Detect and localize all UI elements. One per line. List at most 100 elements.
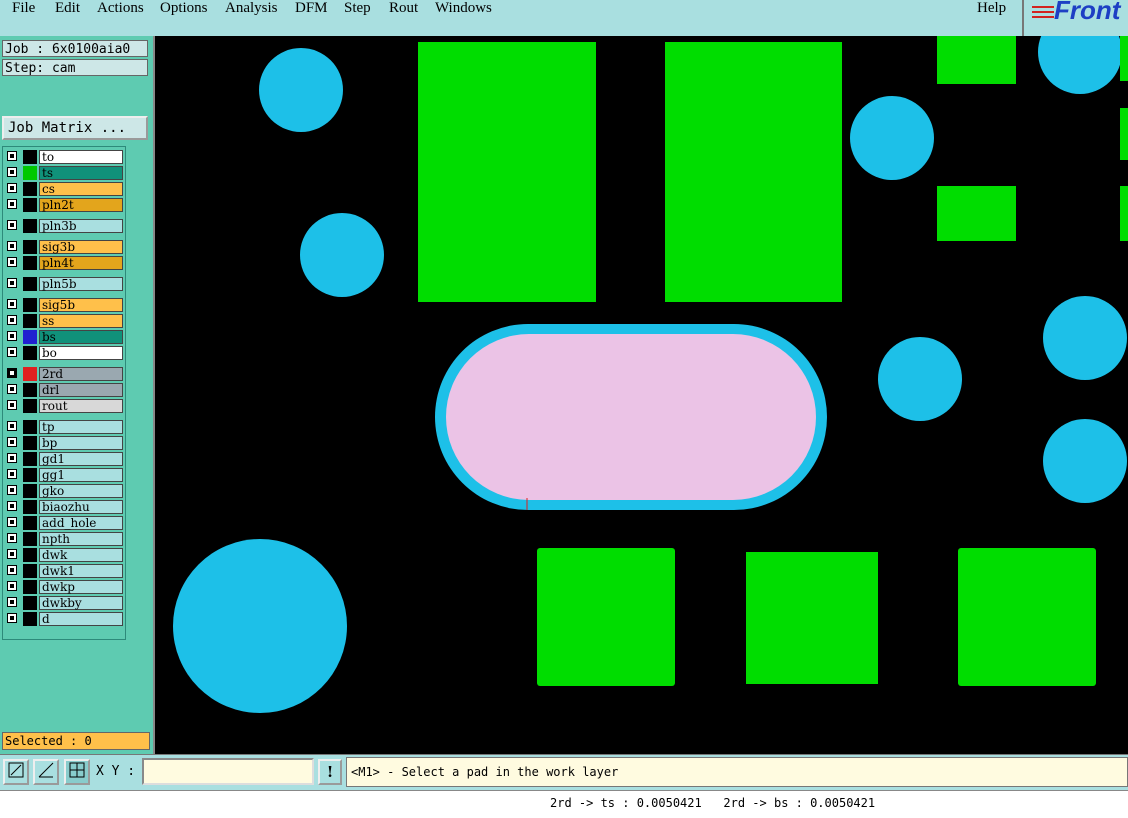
layer-color-swatch[interactable]	[23, 256, 37, 270]
layer-name[interactable]: 2rd	[39, 367, 123, 381]
menu-edit[interactable]: Edit	[55, 0, 80, 17]
layer-color-swatch[interactable]	[23, 383, 37, 397]
layer-color-swatch[interactable]	[23, 420, 37, 434]
layer-checkbox[interactable]	[7, 368, 17, 378]
layer-name[interactable]: pln5b	[39, 277, 123, 291]
measure-icon[interactable]	[33, 759, 59, 785]
layer-name[interactable]: dwkby	[39, 596, 123, 610]
layer-name[interactable]: sig3b	[39, 240, 123, 254]
layer-row-gko[interactable]: gko	[5, 484, 123, 498]
layer-color-swatch[interactable]	[23, 198, 37, 212]
layer-name[interactable]: pln4t	[39, 256, 123, 270]
menu-analysis[interactable]: Analysis	[225, 0, 278, 17]
layer-color-swatch[interactable]	[23, 500, 37, 514]
graphic-canvas[interactable]	[155, 36, 1128, 754]
layer-name[interactable]: add_hole	[39, 516, 123, 530]
layer-row-to[interactable]: to	[5, 150, 123, 164]
layer-color-swatch[interactable]	[23, 452, 37, 466]
layer-color-swatch[interactable]	[23, 367, 37, 381]
layer-name[interactable]: dwk	[39, 548, 123, 562]
layer-name[interactable]: sig5b	[39, 298, 123, 312]
layer-checkbox[interactable]	[7, 421, 17, 431]
layer-row-add_hole[interactable]: add_hole	[5, 516, 123, 530]
layer-checkbox[interactable]	[7, 597, 17, 607]
layer-row-ts[interactable]: ts	[5, 166, 123, 180]
layer-checkbox[interactable]	[7, 437, 17, 447]
layer-checkbox[interactable]	[7, 220, 17, 230]
layer-color-swatch[interactable]	[23, 436, 37, 450]
layer-checkbox[interactable]	[7, 485, 17, 495]
layer-checkbox[interactable]	[7, 533, 17, 543]
job-matrix-button[interactable]: Job Matrix ...	[2, 116, 148, 140]
layer-name[interactable]: d	[39, 612, 123, 626]
zoom-fit-icon[interactable]	[3, 759, 29, 785]
layer-row-dwkp[interactable]: dwkp	[5, 580, 123, 594]
layer-checkbox[interactable]	[7, 347, 17, 357]
layer-name[interactable]: tp	[39, 420, 123, 434]
layer-name[interactable]: pln2t	[39, 198, 123, 212]
layer-name[interactable]: dwkp	[39, 580, 123, 594]
menu-help[interactable]: Help	[977, 0, 1006, 17]
layer-checkbox[interactable]	[7, 167, 17, 177]
layer-color-swatch[interactable]	[23, 182, 37, 196]
layer-row-bp[interactable]: bp	[5, 436, 123, 450]
layer-name[interactable]: gko	[39, 484, 123, 498]
layer-checkbox[interactable]	[7, 315, 17, 325]
layer-checkbox[interactable]	[7, 613, 17, 623]
layer-row-pln2t[interactable]: pln2t	[5, 198, 123, 212]
layer-checkbox[interactable]	[7, 257, 17, 267]
layer-color-swatch[interactable]	[23, 314, 37, 328]
layer-row-2rd[interactable]: 2rd	[5, 367, 123, 381]
layer-color-swatch[interactable]	[23, 516, 37, 530]
layer-name[interactable]: bo	[39, 346, 123, 360]
layer-color-swatch[interactable]	[23, 330, 37, 344]
layer-name[interactable]: biaozhu	[39, 500, 123, 514]
layer-color-swatch[interactable]	[23, 596, 37, 610]
layer-row-tp[interactable]: tp	[5, 420, 123, 434]
layer-row-pln5b[interactable]: pln5b	[5, 277, 123, 291]
layer-row-dwk1[interactable]: dwk1	[5, 564, 123, 578]
layer-checkbox[interactable]	[7, 183, 17, 193]
layer-name[interactable]: bp	[39, 436, 123, 450]
layer-color-swatch[interactable]	[23, 468, 37, 482]
layer-checkbox[interactable]	[7, 151, 17, 161]
layer-color-swatch[interactable]	[23, 298, 37, 312]
layer-name[interactable]: pln3b	[39, 219, 123, 233]
menu-rout[interactable]: Rout	[389, 0, 418, 17]
layer-row-npth[interactable]: npth	[5, 532, 123, 546]
layer-name[interactable]: bs	[39, 330, 123, 344]
layer-color-swatch[interactable]	[23, 346, 37, 360]
layer-checkbox[interactable]	[7, 469, 17, 479]
layer-color-swatch[interactable]	[23, 532, 37, 546]
layer-row-gg1[interactable]: gg1	[5, 468, 123, 482]
menu-actions[interactable]: Actions	[97, 0, 144, 17]
layer-checkbox[interactable]	[7, 400, 17, 410]
layer-color-swatch[interactable]	[23, 580, 37, 594]
alert-button[interactable]: !	[318, 759, 342, 785]
layer-row-sig5b[interactable]: sig5b	[5, 298, 123, 312]
layer-row-pln4t[interactable]: pln4t	[5, 256, 123, 270]
menu-dfm[interactable]: DFM	[295, 0, 328, 17]
layer-name[interactable]: ss	[39, 314, 123, 328]
layer-color-swatch[interactable]	[23, 399, 37, 413]
layer-checkbox[interactable]	[7, 581, 17, 591]
layer-color-swatch[interactable]	[23, 564, 37, 578]
layer-checkbox[interactable]	[7, 517, 17, 527]
layer-color-swatch[interactable]	[23, 166, 37, 180]
layer-checkbox[interactable]	[7, 278, 17, 288]
layer-name[interactable]: drl	[39, 383, 123, 397]
layer-row-biaozhu[interactable]: biaozhu	[5, 500, 123, 514]
layer-name[interactable]: cs	[39, 182, 123, 196]
layer-row-drl[interactable]: drl	[5, 383, 123, 397]
layer-name[interactable]: gd1	[39, 452, 123, 466]
layer-checkbox[interactable]	[7, 549, 17, 559]
layer-name[interactable]: npth	[39, 532, 123, 546]
layer-color-swatch[interactable]	[23, 219, 37, 233]
layer-row-bs[interactable]: bs	[5, 330, 123, 344]
xy-input[interactable]	[142, 758, 314, 785]
layer-checkbox[interactable]	[7, 565, 17, 575]
layer-row-rout[interactable]: rout	[5, 399, 123, 413]
layer-row-bo[interactable]: bo	[5, 346, 123, 360]
layer-row-gd1[interactable]: gd1	[5, 452, 123, 466]
layer-row-dwkby[interactable]: dwkby	[5, 596, 123, 610]
